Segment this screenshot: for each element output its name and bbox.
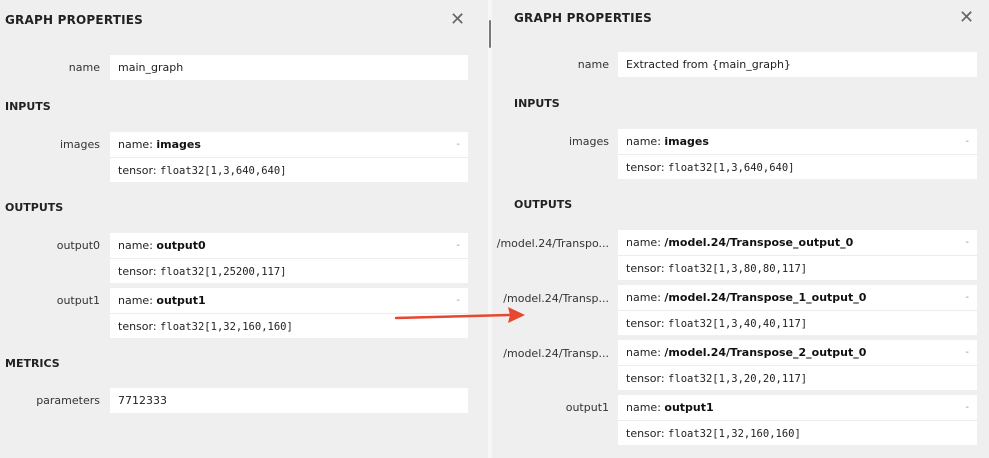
- output-box[interactable]: name: output1- tensor: float32[1,32,160,…: [618, 395, 977, 445]
- parameters-label: parameters: [36, 394, 100, 407]
- right-graph-properties-panel: GRAPH PROPERTIES ✕ name Extracted from {…: [492, 0, 989, 458]
- output-tensor-row: tensor: float32[1,3,40,40,117]: [618, 310, 977, 335]
- left-graph-properties-panel: GRAPH PROPERTIES ✕ name main_graph INPUT…: [0, 0, 488, 458]
- outputs-section-title: OUTPUTS: [514, 198, 573, 211]
- output-box[interactable]: name: output1- tensor: float32[1,32,160,…: [110, 288, 468, 338]
- output-name: /model.24/Transpose_1_output_0: [664, 291, 867, 304]
- dash-icon[interactable]: -: [456, 288, 460, 313]
- output-label: output0: [56, 239, 100, 252]
- output-tensor: float32[1,3,40,40,117]: [668, 318, 808, 330]
- dash-icon[interactable]: -: [456, 233, 460, 258]
- output-tensor-row: tensor: float32[1,25200,117]: [110, 258, 468, 283]
- output-name: output1: [664, 401, 714, 414]
- output-box[interactable]: name: /model.24/Transpose_1_output_0- te…: [618, 285, 977, 335]
- output-tensor-row: tensor: float32[1,3,80,80,117]: [618, 255, 977, 280]
- name-value[interactable]: Extracted from {main_graph}: [618, 52, 977, 77]
- resize-handle[interactable]: [489, 20, 491, 48]
- outputs-section-title: OUTPUTS: [5, 201, 64, 214]
- name-label: name: [68, 61, 100, 74]
- output-name: output0: [156, 239, 206, 252]
- input-tensor-row: tensor: float32[1,3,640,640]: [110, 157, 468, 182]
- panel-title: GRAPH PROPERTIES: [5, 13, 144, 27]
- output-tensor: float32[1,3,80,80,117]: [668, 263, 808, 275]
- close-icon[interactable]: ✕: [450, 11, 465, 29]
- output-box[interactable]: name: /model.24/Transpose_output_0- tens…: [618, 230, 977, 280]
- output-name: /model.24/Transpose_2_output_0: [664, 346, 867, 359]
- input-name: images: [664, 135, 709, 148]
- dash-icon[interactable]: -: [965, 395, 969, 420]
- input-name-row: name: images -: [110, 132, 468, 157]
- dash-icon[interactable]: -: [965, 129, 969, 154]
- metrics-section-title: METRICS: [5, 357, 60, 370]
- dash-icon[interactable]: -: [965, 285, 969, 310]
- output-tensor-row: tensor: float32[1,32,160,160]: [110, 313, 468, 338]
- dash-icon[interactable]: -: [965, 340, 969, 365]
- close-icon[interactable]: ✕: [959, 9, 974, 27]
- input-box[interactable]: name: images - tensor: float32[1,3,640,64…: [618, 129, 977, 179]
- output-label: output1: [565, 401, 609, 414]
- dash-icon[interactable]: -: [965, 230, 969, 255]
- output-tensor: float32[1,3,20,20,117]: [668, 373, 808, 385]
- output-tensor: float32[1,25200,117]: [160, 266, 287, 278]
- input-name: images: [156, 138, 201, 151]
- input-name-row: name: images -: [618, 129, 977, 154]
- output-tensor: float32[1,32,160,160]: [160, 321, 293, 333]
- inputs-section-title: INPUTS: [5, 100, 51, 113]
- output-name: output1: [156, 294, 206, 307]
- output-name-row: name: /model.24/Transpose_1_output_0-: [618, 285, 977, 310]
- output-box[interactable]: name: /model.24/Transpose_2_output_0- te…: [618, 340, 977, 390]
- output-label: /model.24/Transp...: [503, 347, 609, 360]
- input-tensor: float32[1,3,640,640]: [160, 165, 287, 177]
- output-label: /model.24/Transp...: [503, 292, 609, 305]
- input-tensor: float32[1,3,640,640]: [668, 162, 795, 174]
- output-box[interactable]: name: output0- tensor: float32[1,25200,1…: [110, 233, 468, 283]
- output-name-row: name: output0-: [110, 233, 468, 258]
- output-tensor-row: tensor: float32[1,3,20,20,117]: [618, 365, 977, 390]
- parameters-value[interactable]: 7712333: [110, 388, 468, 413]
- name-value[interactable]: main_graph: [110, 55, 468, 80]
- output-label: /model.24/Transpo...: [496, 237, 609, 250]
- output-label: output1: [56, 294, 100, 307]
- output-name-row: name: /model.24/Transpose_2_output_0-: [618, 340, 977, 365]
- output-name: /model.24/Transpose_output_0: [664, 236, 854, 249]
- input-label: images: [60, 138, 100, 151]
- panel-title: GRAPH PROPERTIES: [514, 11, 653, 25]
- inputs-section-title: INPUTS: [514, 97, 560, 110]
- input-box[interactable]: name: images - tensor: float32[1,3,640,64…: [110, 132, 468, 182]
- output-name-row: name: output1-: [110, 288, 468, 313]
- output-name-row: name: output1-: [618, 395, 977, 420]
- output-name-row: name: /model.24/Transpose_output_0-: [618, 230, 977, 255]
- name-label: name: [577, 58, 609, 71]
- output-tensor-row: tensor: float32[1,32,160,160]: [618, 420, 977, 445]
- input-tensor-row: tensor: float32[1,3,640,640]: [618, 154, 977, 179]
- dash-icon[interactable]: -: [456, 132, 460, 157]
- output-tensor: float32[1,32,160,160]: [668, 428, 801, 440]
- input-label: images: [569, 135, 609, 148]
